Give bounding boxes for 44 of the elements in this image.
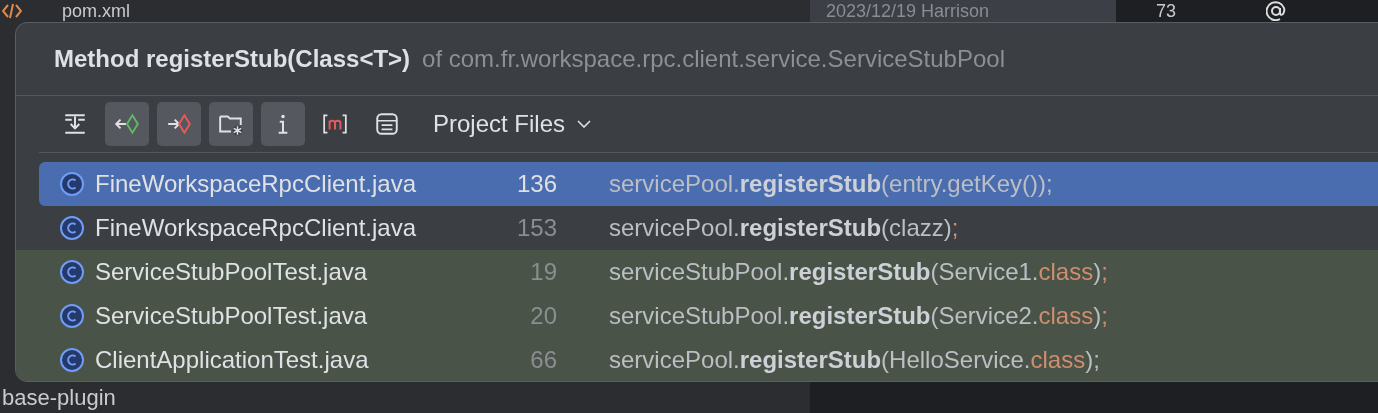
line-number: 19	[529, 258, 557, 286]
line-number: 153	[515, 214, 557, 242]
class-icon	[59, 347, 85, 373]
usage-row[interactable]: ClientApplicationTest.java 66 servicePool.registerStub(HelloService.class);	[39, 338, 1378, 381]
arrow-right-icon	[166, 111, 192, 137]
at-icon	[1266, 1, 1287, 21]
usage-row[interactable]: FineWorkspaceRpcClient.java 136 servicePool.registerStub(entry.getKey());	[39, 162, 1378, 206]
line-number: 136	[515, 170, 557, 198]
info-button[interactable]	[261, 102, 305, 146]
file-name: FineWorkspaceRpcClient.java	[95, 170, 418, 198]
arrow-left-icon	[114, 111, 140, 137]
code-line: serviceStubPool.registerStub(Service2.class);	[609, 302, 1108, 330]
file-name: ServiceStubPoolTest.java	[95, 302, 369, 330]
chevron-down-icon	[577, 120, 592, 128]
file-name: pom.xml	[62, 0, 130, 22]
code-line: serviceStubPool.registerStub(Service1.class);	[609, 258, 1108, 286]
usage-count: 73	[1156, 0, 1177, 22]
code-line: servicePool.registerStub(HelloService.class);	[609, 346, 1100, 374]
file-name: ClientApplicationTest.java	[95, 346, 370, 374]
popup-title: Method registerStub(Class<T>)	[54, 45, 411, 73]
class-path: of com.fr.workspace.rpc.client.service.ServiceStubPool	[422, 45, 1005, 73]
file-name: FineWorkspaceRpcClient.java	[95, 214, 418, 242]
usage-row[interactable]: ServiceStubPoolTest.java 19 serviceStubPool.registerStub(Service1.class);	[39, 250, 1378, 294]
module-name: base-plugin	[1, 384, 116, 412]
class-icon	[59, 259, 85, 285]
scope-dropdown[interactable]: Project Files	[427, 106, 598, 142]
code-line: servicePool.registerStub(entry.getKey());	[609, 170, 1053, 198]
class-icon	[59, 215, 85, 241]
usage-row[interactable]: FineWorkspaceRpcClient.java 153 servicePool.registerStub(clazz);	[39, 206, 1378, 250]
class-icon	[59, 171, 85, 197]
folder-settings-button[interactable]	[209, 102, 253, 146]
members-icon	[322, 111, 348, 137]
preview-icon	[374, 111, 400, 137]
xml-file-icon	[2, 3, 22, 19]
incoming-calls-button[interactable]	[105, 102, 149, 146]
blame-annotation: 2023/12/19 Harrison	[810, 0, 1116, 22]
usage-row[interactable]: ServiceStubPoolTest.java 20 serviceStubPool.registerStub(Service2.class);	[39, 294, 1378, 338]
class-icon	[59, 303, 85, 329]
code-line: servicePool.registerStub(clazz);	[609, 214, 959, 242]
autoscroll-icon	[62, 111, 88, 137]
file-name: ServiceStubPoolTest.java	[95, 258, 369, 286]
line-number: 20	[529, 302, 557, 330]
line-number: 66	[529, 346, 557, 374]
outgoing-calls-button[interactable]	[157, 102, 201, 146]
